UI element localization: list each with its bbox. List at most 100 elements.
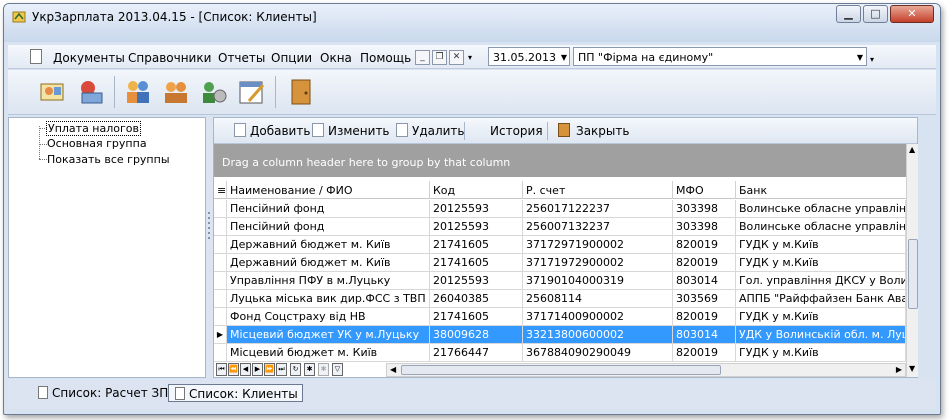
table-cell[interactable]: Державний бюджет м. Київ xyxy=(227,236,430,253)
vertical-scroll-thumb[interactable] xyxy=(908,239,918,309)
table-cell[interactable]: Державний бюджет м. Київ xyxy=(227,254,430,271)
table-cell[interactable]: 21741605 xyxy=(430,236,523,253)
close-button[interactable]: ✕ xyxy=(890,5,934,23)
table-cell[interactable]: 20125593 xyxy=(430,272,523,289)
table-row[interactable]: ▶ Місцевий бюджет УК у м.Луцьку 38009628 33… xyxy=(214,326,906,344)
add-button[interactable]: Добавить xyxy=(250,124,310,138)
table-cell[interactable]: Місцевий бюджет УК у м.Луцьку xyxy=(227,326,430,343)
table-cell[interactable]: Пенсійний фонд xyxy=(227,200,430,217)
header-code[interactable]: Код xyxy=(430,181,523,199)
table-row[interactable]: Управління ПФУ в м.Луцьку 20125593 3719010… xyxy=(214,272,906,290)
table-cell[interactable]: 21741605 xyxy=(430,254,523,271)
table-cell[interactable]: 33213800600002 xyxy=(523,326,673,343)
vertical-scrollbar[interactable]: ▲ ▼ xyxy=(906,144,918,377)
close-list-button[interactable]: Закрыть xyxy=(576,124,629,138)
mdi-restore-icon[interactable]: ❐ xyxy=(432,50,447,65)
filter-icon[interactable]: ▽ xyxy=(332,363,343,376)
current-row-indicator-icon[interactable]: ▶ xyxy=(214,326,227,343)
history-button[interactable]: История xyxy=(490,124,543,138)
mdi-close-icon[interactable]: ✕ xyxy=(449,50,464,65)
next-page-icon[interactable]: ⏩ xyxy=(264,363,275,376)
table-row[interactable]: Луцька міська вик дир.ФСС з ТВП 26040385 2… xyxy=(214,290,906,308)
scroll-left-icon[interactable]: ◀ xyxy=(390,365,396,374)
table-cell[interactable]: Гол. управління ДКСУ у Волинськ xyxy=(736,272,906,289)
table-cell[interactable]: 26040385 xyxy=(430,290,523,307)
tab-clients-list[interactable]: Список: Клиенты xyxy=(168,384,303,402)
panel-splitter[interactable] xyxy=(206,117,213,378)
table-cell[interactable]: Пенсійний фонд xyxy=(227,218,430,235)
table-cell[interactable]: 21741605 xyxy=(430,308,523,325)
header-account[interactable]: Р. счет xyxy=(523,181,673,199)
table-cell[interactable]: 303398 xyxy=(673,218,736,235)
column-chooser-icon[interactable]: ≡ xyxy=(214,181,227,199)
table-cell[interactable]: ГУДК у м.Київ xyxy=(736,236,906,253)
add-document-icon[interactable] xyxy=(234,123,246,137)
table-cell[interactable]: 367884090290049 xyxy=(523,344,673,361)
table-cell[interactable]: ГУДК у м.Київ xyxy=(736,254,906,271)
maximize-button[interactable]: □ xyxy=(863,5,888,23)
overflow-arrow-icon[interactable]: ▾ xyxy=(468,53,472,62)
table-cell[interactable]: Місцевий бюджет м. Київ xyxy=(227,344,430,361)
row-indicator[interactable] xyxy=(214,200,227,217)
row-indicator[interactable] xyxy=(214,254,227,271)
header-mfo[interactable]: МФО xyxy=(673,181,736,199)
table-row[interactable]: Фонд Соцстраху від НВ 21741605 37171400900… xyxy=(214,308,906,326)
organization-select[interactable]: ПП "Фірма на єдиному" ▼ xyxy=(573,47,867,66)
table-cell[interactable]: 820019 xyxy=(673,344,736,361)
table-cell[interactable]: АППБ "Райффайзен Банк Аваль", С xyxy=(736,290,906,307)
calendar-icon[interactable] xyxy=(237,77,267,107)
table-cell[interactable]: 37172971900002 xyxy=(523,236,673,253)
employees-icon[interactable] xyxy=(123,77,153,107)
table-cell[interactable]: 820019 xyxy=(673,254,736,271)
payroll-calculation-icon[interactable] xyxy=(38,77,68,107)
menu-references[interactable]: Справочники xyxy=(128,51,211,65)
table-cell[interactable]: 25608114 xyxy=(523,290,673,307)
group-by-panel[interactable]: Drag a column header here to group by th… xyxy=(214,144,906,177)
next-record-icon[interactable]: ▶ xyxy=(252,363,263,376)
horizontal-scrollbar[interactable]: ◀ ▶ xyxy=(386,363,906,377)
tree-item-main-group[interactable]: Основная группа xyxy=(47,137,147,150)
last-record-icon[interactable]: ⏭ xyxy=(276,363,287,376)
row-indicator[interactable] xyxy=(214,308,227,325)
table-cell[interactable]: 303398 xyxy=(673,200,736,217)
prev-page-icon[interactable]: ⏪ xyxy=(228,363,239,376)
table-cell[interactable]: 256017122237 xyxy=(523,200,673,217)
delete-button[interactable]: Удалить xyxy=(412,124,465,138)
title-bar[interactable]: УкрЗарплата 2013.04.15 - [Список: Клиент… xyxy=(4,4,940,42)
table-cell[interactable]: 803014 xyxy=(673,272,736,289)
table-row[interactable]: Пенсійний фонд 20125593 256017122237 303398… xyxy=(214,200,906,218)
table-cell[interactable]: 303569 xyxy=(673,290,736,307)
exit-door-icon[interactable] xyxy=(286,77,316,107)
tree-item-show-all-groups[interactable]: Показать все группы xyxy=(47,153,170,166)
scroll-down-icon[interactable]: ▼ xyxy=(909,364,915,373)
header-name[interactable]: Наименование / ФИО xyxy=(227,181,430,199)
cancel-edit-icon[interactable]: ✱ xyxy=(318,363,329,376)
edit-button[interactable]: Изменить xyxy=(328,124,390,138)
table-row[interactable]: Державний бюджет м. Київ 21741605 37171972… xyxy=(214,254,906,272)
menu-options[interactable]: Опции xyxy=(271,51,312,65)
menu-help[interactable]: Помощь xyxy=(360,51,411,65)
scroll-right-icon[interactable]: ▶ xyxy=(896,365,902,374)
insert-record-icon[interactable]: ✱ xyxy=(304,363,315,376)
table-cell[interactable]: ГУДК у м.Київ xyxy=(736,344,906,361)
table-cell[interactable]: Волинське обласне управління ВА xyxy=(736,200,906,217)
row-indicator[interactable] xyxy=(214,236,227,253)
users-settings-icon[interactable] xyxy=(199,77,229,107)
clients-icon[interactable] xyxy=(161,77,191,107)
table-cell[interactable]: 820019 xyxy=(673,308,736,325)
horizontal-scroll-thumb[interactable] xyxy=(401,365,721,375)
table-row[interactable]: Місцевий бюджет м. Київ 21766447 367884090… xyxy=(214,344,906,362)
row-indicator[interactable] xyxy=(214,344,227,361)
table-row[interactable]: Пенсійний фонд 20125593 256007132237 303398… xyxy=(214,218,906,236)
prev-record-icon[interactable]: ◀ xyxy=(240,363,251,376)
table-cell[interactable]: УДК у Волинській обл. м. Луцьк xyxy=(736,326,906,343)
date-select[interactable]: 31.05.2013 ▼ xyxy=(488,47,570,66)
payment-icon[interactable] xyxy=(76,77,106,107)
table-cell[interactable]: 21766447 xyxy=(430,344,523,361)
refresh-icon[interactable]: ↻ xyxy=(290,363,301,376)
table-cell[interactable]: Волинське обласне управління ВА xyxy=(736,218,906,235)
close-door-icon[interactable] xyxy=(558,123,570,137)
tree-item-tax-payment[interactable]: Уплата налогов xyxy=(46,121,141,136)
table-cell[interactable]: 256007132237 xyxy=(523,218,673,235)
row-indicator[interactable] xyxy=(214,290,227,307)
